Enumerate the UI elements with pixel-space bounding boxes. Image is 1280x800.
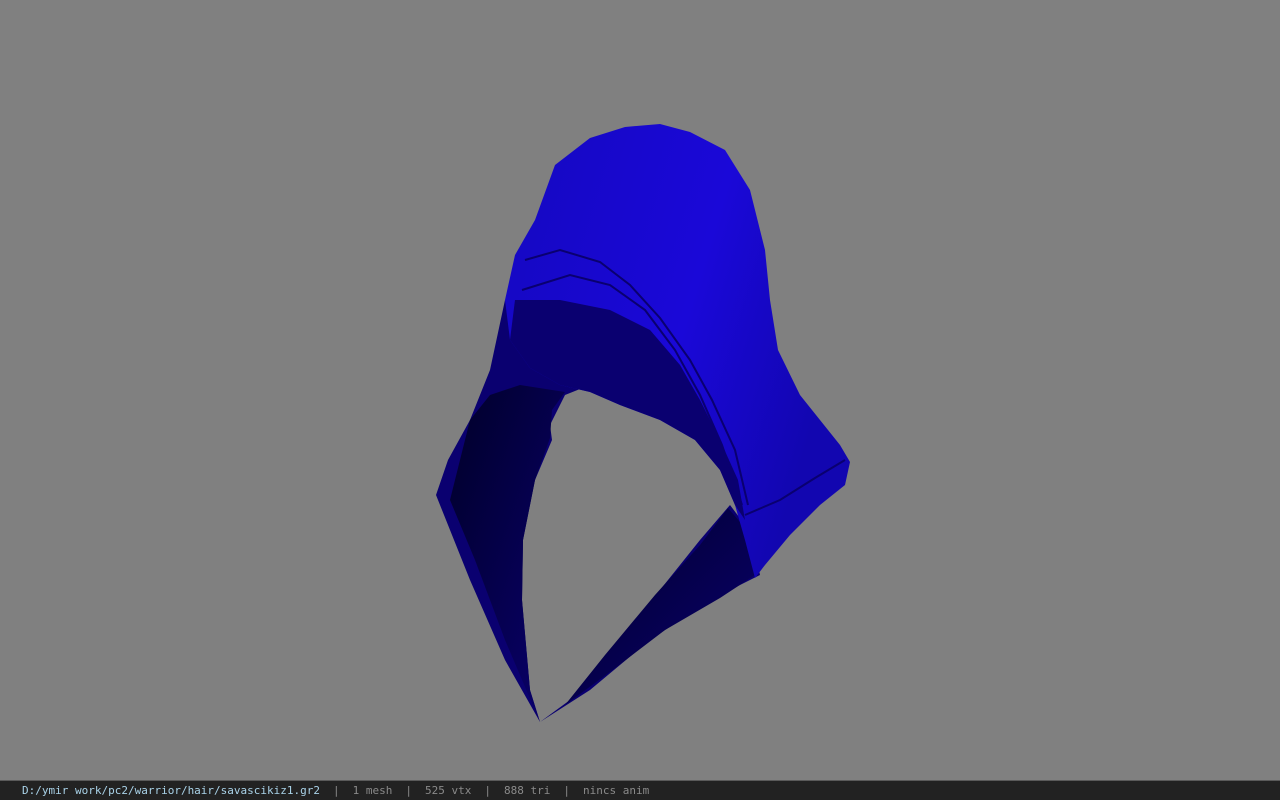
- separator: |: [563, 784, 570, 797]
- triangle-count: 888 tri: [504, 784, 551, 797]
- animation-status: nincs anim: [582, 784, 650, 797]
- status-bar: D:/ymir work/pc2/warrior/hair/savascikiz…: [0, 780, 1280, 800]
- 3d-viewport[interactable]: [0, 0, 1280, 780]
- vertex-count: 525 vtx: [425, 784, 472, 797]
- separator: |: [333, 784, 340, 797]
- model-render: [0, 0, 1280, 780]
- mesh-count: 1 mesh: [352, 784, 393, 797]
- file-path: D:/ymir work/pc2/warrior/hair/savascikiz…: [22, 784, 321, 797]
- separator: |: [405, 784, 413, 797]
- separator: |: [484, 784, 491, 797]
